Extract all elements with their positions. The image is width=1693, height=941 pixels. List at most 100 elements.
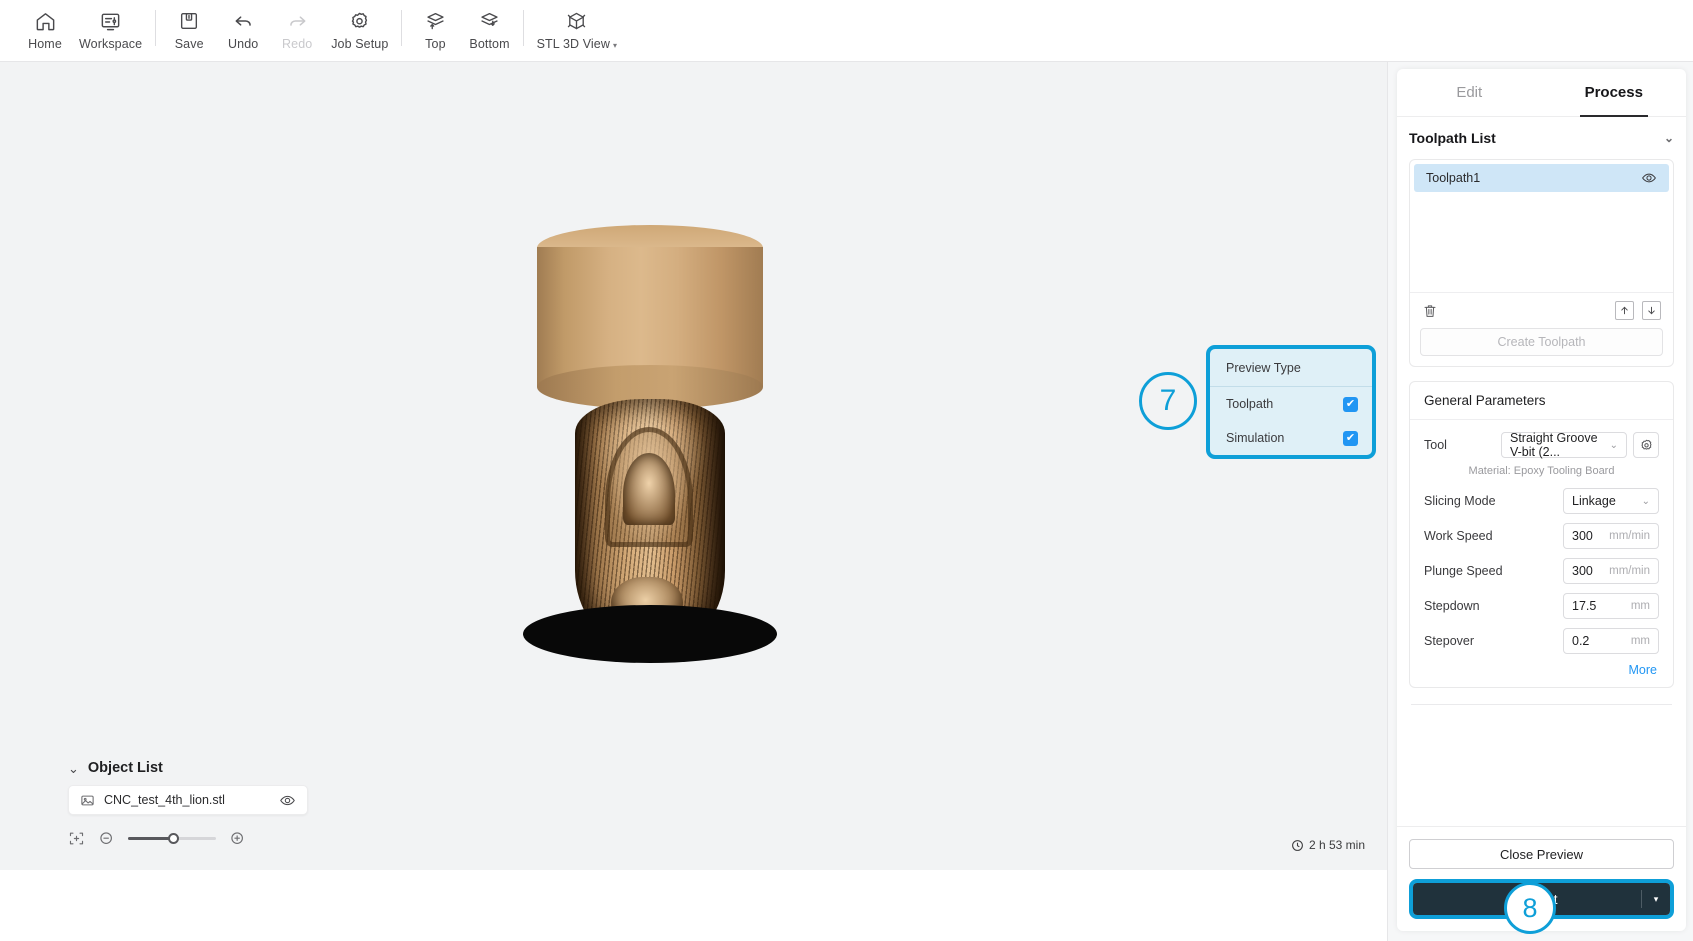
clock-icon <box>1291 839 1304 852</box>
preview-type-row-simulation[interactable]: Simulation ✔ <box>1210 421 1372 455</box>
toolbar-label-workspace: Workspace <box>79 37 143 51</box>
general-parameters-card: General Parameters Tool Straight Groove … <box>1409 381 1674 688</box>
parameter-label-work-speed: Work Speed <box>1424 529 1493 543</box>
eye-icon[interactable] <box>1641 170 1657 186</box>
parameter-row-work-speed: Work Speed 300 mm/min <box>1424 521 1659 551</box>
zoom-slider-handle[interactable] <box>168 833 179 844</box>
toolbar-label-undo: Undo <box>228 37 259 51</box>
zoom-in-icon[interactable] <box>229 830 246 847</box>
home-icon <box>34 9 57 33</box>
toolbar-label-save: Save <box>174 37 204 51</box>
undo-icon <box>232 9 255 33</box>
work-speed-value: 300 <box>1572 529 1593 543</box>
toolbar-button-save[interactable]: Save <box>162 0 216 51</box>
stepdown-unit: mm <box>1630 600 1650 612</box>
gear-icon <box>348 9 371 33</box>
toolpath-item-label: Toolpath1 <box>1426 171 1481 185</box>
redo-icon <box>286 9 309 33</box>
right-side-panel: Edit Process Toolpath List ⌄ Toolpath1 C… <box>1387 62 1693 941</box>
model-base-plate <box>523 605 777 663</box>
model-preview-3d[interactable] <box>515 207 815 707</box>
arrow-up-icon[interactable] <box>1615 301 1634 320</box>
create-toolpath-button[interactable]: Create Toolpath <box>1420 328 1663 356</box>
right-panel-body: Toolpath List ⌄ Toolpath1 Create Toolpat… <box>1397 117 1686 826</box>
toolbar-button-stl-3d-view[interactable]: STL 3D View ▾ <box>530 0 624 51</box>
slicing-mode-select[interactable]: Linkage ⌄ <box>1563 488 1659 514</box>
close-preview-button[interactable]: Close Preview <box>1409 839 1674 869</box>
toolbar-button-workspace[interactable]: Workspace <box>72 0 149 51</box>
toolbar-button-home[interactable]: Home <box>18 0 72 51</box>
right-panel-tabs: Edit Process <box>1397 69 1686 117</box>
parameter-label-plunge-speed: Plunge Speed <box>1424 564 1503 578</box>
viewport-canvas[interactable]: ⌄ Object List CNC_test_4th_lion.stl 2 h … <box>0 62 1387 870</box>
tool-settings-gear-icon[interactable] <box>1633 432 1659 458</box>
stepover-unit: mm <box>1630 635 1650 647</box>
zoom-controls <box>68 830 246 847</box>
parameter-label-stepover: Stepover <box>1424 634 1475 648</box>
parameter-row-stepover: Stepover 0.2 mm <box>1424 626 1659 656</box>
zoom-out-icon[interactable] <box>98 830 115 847</box>
toolpath-list-title: Toolpath List <box>1409 130 1496 146</box>
zoom-slider[interactable] <box>128 833 216 844</box>
image-icon <box>80 793 95 808</box>
parameter-row-plunge-speed: Plunge Speed 300 mm/min <box>1424 556 1659 586</box>
parameter-label-stepdown: Stepdown <box>1424 599 1480 613</box>
layers-down-icon <box>478 9 501 33</box>
preview-type-label-simulation: Simulation <box>1226 431 1285 445</box>
eye-icon[interactable] <box>279 792 296 809</box>
object-list-header[interactable]: ⌄ Object List <box>68 760 308 776</box>
tool-select-value: Straight Groove V-bit (2... <box>1510 431 1598 459</box>
workspace-icon <box>99 9 122 33</box>
preview-type-row-toolpath[interactable]: Toolpath ✔ <box>1210 387 1372 421</box>
more-parameters-link[interactable]: More <box>1424 661 1659 677</box>
trash-icon[interactable] <box>1422 303 1438 319</box>
panel-divider <box>1411 704 1672 705</box>
parameter-label-slicing-mode: Slicing Mode <box>1424 494 1496 508</box>
plunge-speed-input[interactable]: 300 mm/min <box>1563 558 1659 584</box>
toolbar-button-undo[interactable]: Undo <box>216 0 270 51</box>
save-icon <box>178 9 200 33</box>
parameter-row-tool: Tool Straight Groove V-bit (2... ⌄ <box>1424 430 1659 460</box>
toolbar-separator-1 <box>155 10 157 46</box>
estimated-time: 2 h 53 min <box>1291 838 1365 852</box>
general-parameters-rows: Tool Straight Groove V-bit (2... ⌄ Mater… <box>1410 420 1673 677</box>
cube-view-icon <box>565 9 588 33</box>
object-list-item[interactable]: CNC_test_4th_lion.stl <box>68 785 308 815</box>
toolbar-button-bottom[interactable]: Bottom <box>462 0 516 51</box>
right-panel-card: Edit Process Toolpath List ⌄ Toolpath1 C… <box>1397 69 1686 931</box>
toolbar-button-top[interactable]: Top <box>408 0 462 51</box>
stepdown-value: 17.5 <box>1572 599 1597 613</box>
preview-type-checkbox-simulation[interactable]: ✔ <box>1343 430 1358 446</box>
estimated-time-label: 2 h 53 min <box>1308 838 1365 852</box>
arrow-down-icon[interactable] <box>1642 301 1661 320</box>
toolbar-button-redo[interactable]: Redo <box>270 0 324 51</box>
stepover-value: 0.2 <box>1572 634 1590 648</box>
plunge-speed-unit: mm/min <box>1609 565 1650 577</box>
work-speed-input[interactable]: 300 mm/min <box>1563 523 1659 549</box>
object-list-title: Object List <box>87 760 163 776</box>
toolpath-list-card: Toolpath1 Create Toolpath <box>1409 159 1674 367</box>
layers-up-icon <box>424 9 447 33</box>
object-list-item-label: CNC_test_4th_lion.stl <box>104 793 225 807</box>
callout-badge-8: 8 <box>1504 882 1556 934</box>
object-list-panel: ⌄ Object List CNC_test_4th_lion.stl <box>68 760 308 815</box>
toolbar-label-stl-3d-view: STL 3D View <box>536 37 610 51</box>
chevron-down-icon[interactable]: ⌄ <box>1664 131 1674 145</box>
fit-to-screen-icon[interactable] <box>68 830 85 847</box>
parameter-row-stepdown: Stepdown 17.5 mm <box>1424 591 1659 621</box>
stepover-input[interactable]: 0.2 mm <box>1563 628 1659 654</box>
stepdown-input[interactable]: 17.5 mm <box>1563 593 1659 619</box>
main-toolbar: Home Workspace Save Undo Redo Job Setup … <box>0 0 1693 62</box>
toolpath-list-header[interactable]: Toolpath List ⌄ <box>1409 117 1674 159</box>
preview-type-checkbox-toolpath[interactable]: ✔ <box>1343 396 1358 412</box>
toolbar-label-bottom: Bottom <box>469 37 510 51</box>
toolpath-list-item[interactable]: Toolpath1 <box>1414 164 1669 192</box>
chevron-down-icon: ⌄ <box>1609 439 1618 451</box>
tab-process[interactable]: Process <box>1542 69 1687 116</box>
chevron-down-icon: ⌄ <box>1641 495 1650 507</box>
tool-select[interactable]: Straight Groove V-bit (2... ⌄ <box>1501 431 1627 459</box>
preview-type-title: Preview Type <box>1210 349 1372 387</box>
tab-edit[interactable]: Edit <box>1397 69 1542 116</box>
toolbar-button-job-setup[interactable]: Job Setup <box>324 0 395 51</box>
export-dropdown-caret-icon[interactable]: ▾ <box>1642 894 1670 905</box>
